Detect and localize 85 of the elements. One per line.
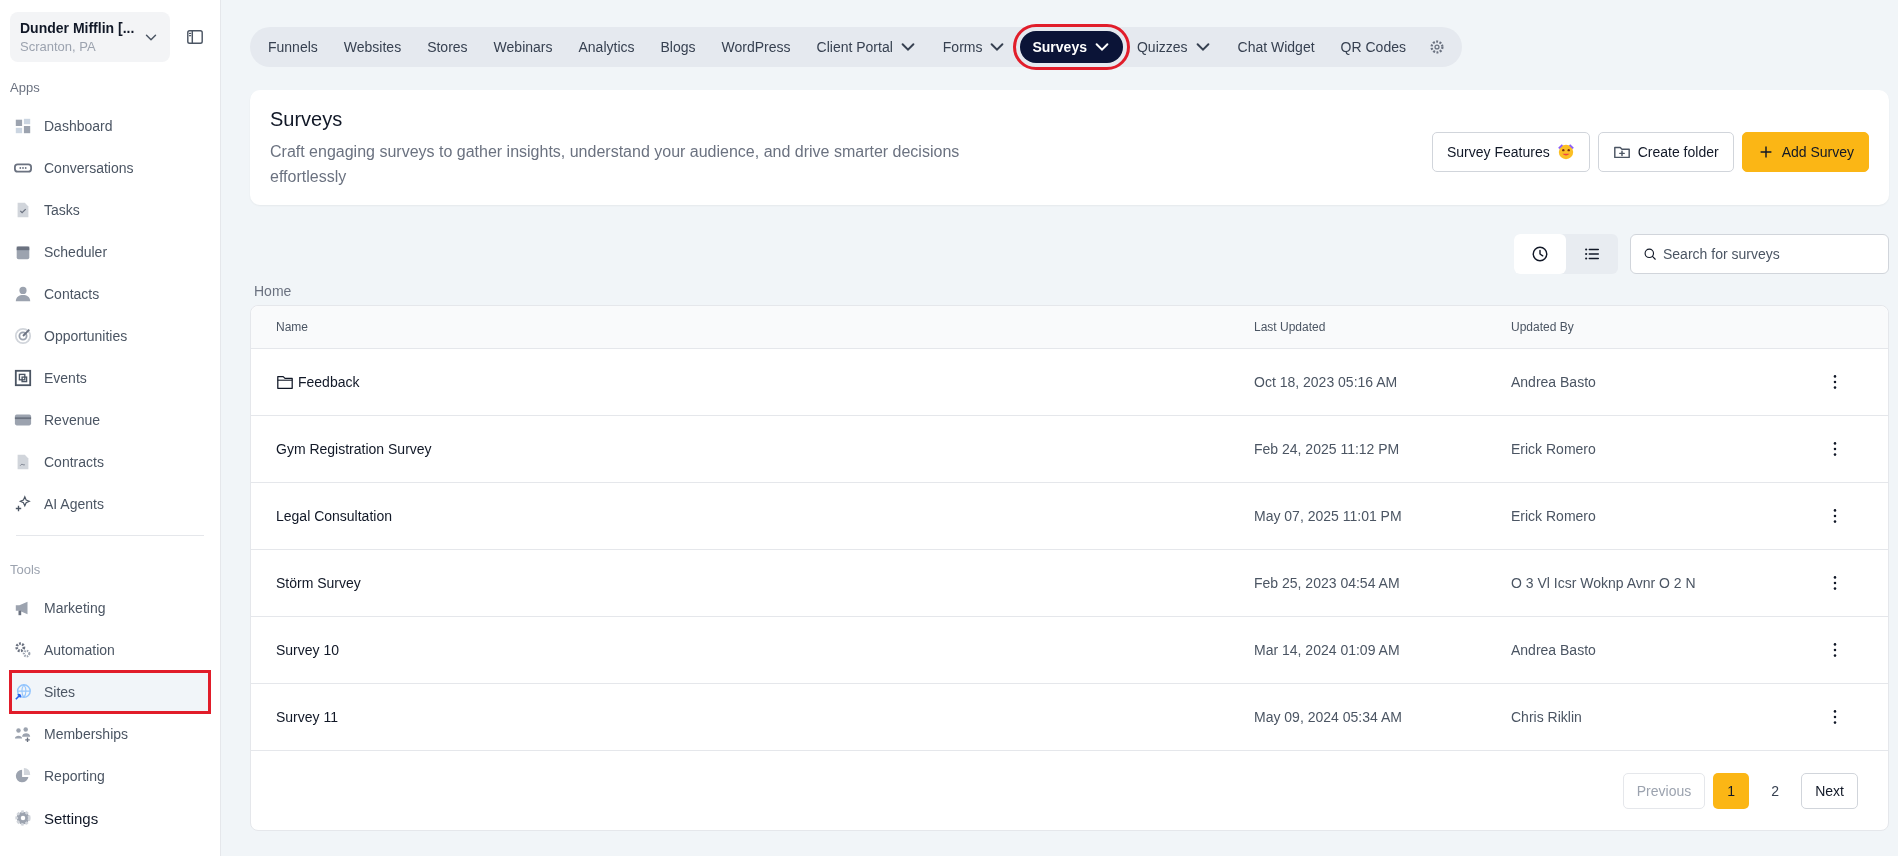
sidebar-item[interactable]: Scheduler: [10, 231, 210, 273]
column-header: Last Updated: [1254, 320, 1327, 334]
more-options-icon: [1833, 441, 1837, 457]
table-cell-text: Andrea Basto: [1511, 374, 1597, 390]
nav-tab[interactable]: Chat Widget: [1225, 32, 1327, 62]
column-header: Updated By: [1511, 320, 1575, 334]
more-options-icon: [1833, 709, 1837, 725]
sidebar-item[interactable]: Reporting: [10, 755, 210, 797]
table-cell-text: Feb 24, 2025 11:12 PM: [1254, 441, 1401, 457]
account-location: Scranton, PA: [20, 39, 97, 54]
panel-icon: [186, 28, 204, 46]
gear-icon: [14, 809, 32, 827]
survey-name[interactable]: Gym Registration Survey: [276, 441, 1254, 457]
folder-name[interactable]: Feedback: [298, 374, 360, 390]
breadcrumb-link[interactable]: Home: [254, 283, 1889, 299]
nav-tab[interactable]: Websites: [331, 32, 414, 62]
nav-tab[interactable]: QR Codes: [1328, 32, 1418, 62]
table-cell-text: Oct 18, 2023 05:16 AM: [1254, 374, 1399, 390]
sidebar-item[interactable]: Contracts: [10, 441, 210, 483]
sidebar-item[interactable]: Revenue: [10, 399, 210, 441]
clock-icon: [1531, 245, 1549, 263]
more-options-icon: [1833, 374, 1837, 390]
group-icon: [14, 725, 32, 743]
account-name: Dunder Mifflin [...: [20, 20, 135, 36]
add-survey-button[interactable]: Add Survey: [1741, 132, 1869, 172]
party-face-icon: [1556, 143, 1575, 161]
survey-name[interactable]: Legal Consultation: [276, 508, 1254, 524]
table-cell-text: May 07, 2025 11:01 PM: [1254, 508, 1403, 524]
nav-tab[interactable]: Quizzes: [1124, 31, 1224, 63]
table-cell-text: Feb 25, 2023 04:54 AM: [1254, 575, 1401, 591]
sidebar-item[interactable]: AI Agents: [10, 483, 210, 525]
sidebar-item[interactable]: Settings: [10, 797, 210, 839]
table-cell-text: O 3 Vl Icsr Woknp Avnr O 2 N: [1511, 575, 1697, 591]
account-switcher[interactable]: Dunder Mifflin [... Scranton, PA: [10, 12, 170, 62]
column-header: Name: [276, 320, 309, 334]
target-icon: [14, 327, 32, 345]
frame-icon: [14, 369, 32, 387]
sidebar-item[interactable]: Tasks: [10, 189, 210, 231]
sidebar-item[interactable]: Opportunities: [10, 315, 210, 357]
create-folder-button[interactable]: Create folder: [1597, 132, 1734, 172]
section-label: Tools: [10, 562, 42, 577]
search-field[interactable]: Search for surveys: [1630, 234, 1889, 274]
page-button[interactable]: 1: [1713, 772, 1750, 809]
nav-tab[interactable]: Webinars: [481, 32, 565, 62]
survey-name[interactable]: Survey 11: [276, 709, 1254, 725]
more-options-icon: [1833, 575, 1837, 591]
survey-name[interactable]: Survey 10: [276, 642, 1254, 658]
table-cell-text: May 09, 2024 05:34 AM: [1254, 709, 1403, 725]
sparkle-icon: [14, 495, 32, 513]
gears-icon: [14, 641, 32, 659]
pie-icon: [14, 767, 32, 785]
sidebar-item[interactable]: Events: [10, 357, 210, 399]
more-options-icon: [1833, 642, 1837, 658]
nav-tab[interactable]: Blogs: [648, 32, 708, 62]
page-button[interactable]: 2: [1757, 772, 1794, 809]
table-cell-text: Erick Romero: [1511, 508, 1597, 524]
page-title: Surveys: [270, 108, 344, 131]
sidebar-item[interactable]: Dashboard: [10, 105, 210, 147]
table-cell-text: Mar 14, 2024 01:09 AM: [1254, 642, 1401, 658]
person-icon: [14, 285, 32, 303]
nav-tab[interactable]: Client Portal: [804, 31, 929, 63]
table-cell-text: Andrea Basto: [1511, 642, 1597, 658]
nav-tab[interactable]: Forms: [930, 31, 1019, 63]
section-label: Apps: [10, 80, 41, 95]
nav-tab[interactable]: WordPress: [709, 32, 803, 62]
sidebar-item[interactable]: Marketing: [10, 587, 210, 629]
survey-name[interactable]: Störm Survey: [276, 575, 1254, 591]
sidebar-item[interactable]: Memberships: [10, 713, 210, 755]
sidebar-item[interactable]: Contacts: [10, 273, 210, 315]
more-options-icon: [1833, 508, 1837, 524]
dashboard-icon: [14, 117, 32, 135]
nav-tab[interactable]: Funnels: [256, 32, 330, 62]
recent-view-button[interactable]: [1514, 234, 1566, 274]
globe-icon: [14, 683, 32, 701]
table-cell-text: Erick Romero: [1511, 441, 1597, 457]
nav-tab[interactable]: Stores: [415, 32, 480, 62]
folder-icon: [276, 373, 294, 391]
page-description: Craft engaging surveys to gather insights, understand your audience, and drive smarter decisions effortlessly: [270, 142, 961, 187]
features-button[interactable]: Survey Features: [1431, 132, 1590, 172]
next-button[interactable]: Next: [1801, 772, 1858, 809]
sidebar-item[interactable]: Automation: [10, 629, 210, 671]
nav-tab[interactable]: Analytics: [566, 32, 647, 62]
sidebar-item[interactable]: Conversations: [10, 147, 210, 189]
table-cell-text: Chris Riklin: [1511, 709, 1583, 725]
sidebar-item[interactable]: Sites: [10, 671, 210, 713]
